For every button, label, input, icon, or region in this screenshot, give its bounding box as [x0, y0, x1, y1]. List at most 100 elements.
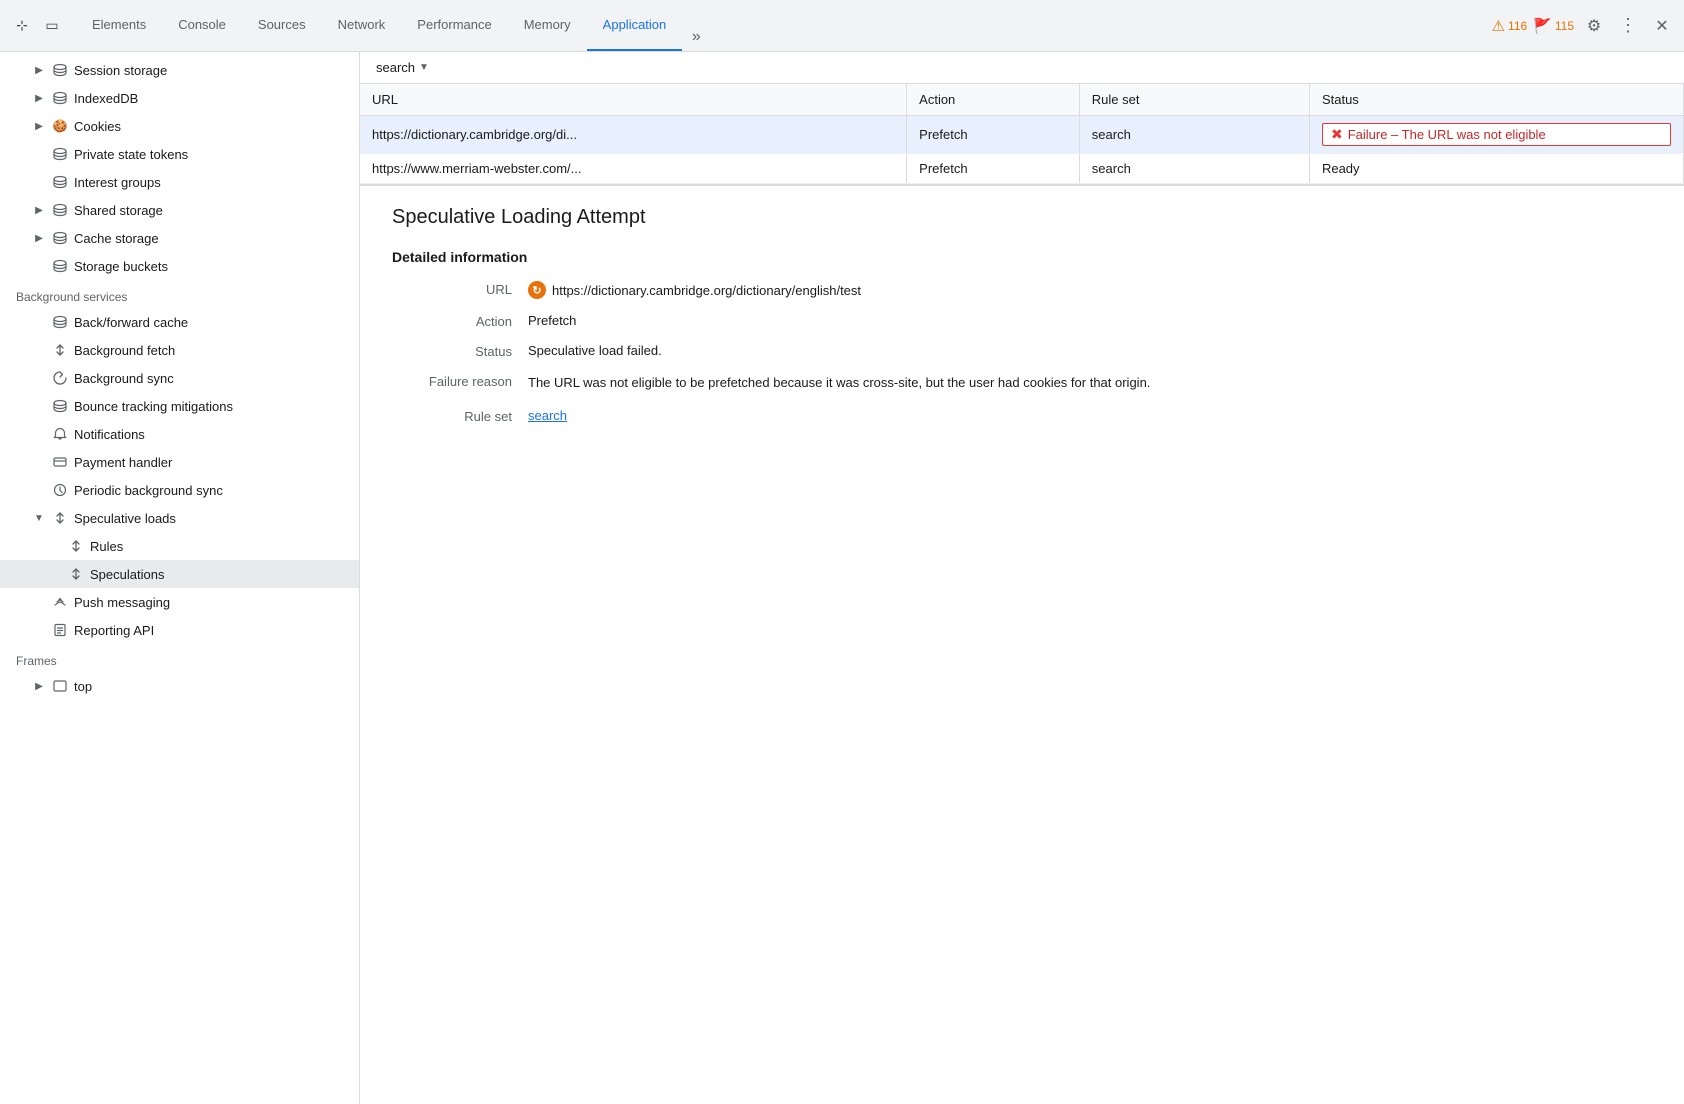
toolbar-right: ⚠ 116 🚩 115 ⚙ ⋮ ✕	[1492, 12, 1676, 40]
devtools-toolbar: ⊹ ▭ Elements Console Sources Network Per…	[0, 0, 1684, 52]
error-count: 115	[1555, 19, 1574, 33]
rules-icon	[68, 538, 84, 554]
sidebar-item-speculative-loads[interactable]: ▼ Speculative loads	[0, 504, 359, 532]
sidebar-item-session-storage[interactable]: ▶ Session storage	[0, 56, 359, 84]
speculative-loads-expand-icon: ▼	[32, 511, 46, 525]
sidebar-label-payment-handler: Payment handler	[74, 455, 351, 470]
tab-elements[interactable]: Elements	[76, 0, 162, 51]
sidebar-label-reporting-api: Reporting API	[74, 623, 351, 638]
sidebar-label-session-storage: Session storage	[74, 63, 351, 78]
url-refresh-icon: ↻	[528, 281, 546, 299]
more-tabs-btn[interactable]: »	[682, 23, 710, 51]
storage-buckets-icon	[52, 258, 68, 274]
table-cell-ruleset-1: search	[1079, 116, 1309, 154]
tab-performance[interactable]: Performance	[401, 0, 507, 51]
sidebar-item-cache-storage[interactable]: ▶ Cache storage	[0, 224, 359, 252]
frames-top-icon	[52, 678, 68, 694]
sidebar-item-payment-handler[interactable]: ▶ Payment handler	[0, 448, 359, 476]
device-icon: ▭	[45, 17, 58, 34]
settings-icon: ⚙	[1587, 16, 1601, 36]
col-header-status: Status	[1309, 84, 1683, 116]
sidebar-label-speculations: Speculations	[90, 567, 351, 582]
detail-title: Speculative Loading Attempt	[392, 206, 1652, 229]
sidebar-label-push-messaging: Push messaging	[74, 595, 351, 610]
sidebar-section-background-services: Background services	[0, 280, 359, 308]
sidebar-item-shared-storage[interactable]: ▶ Shared storage	[0, 196, 359, 224]
tab-console[interactable]: Console	[162, 0, 242, 51]
sidebar-item-storage-buckets[interactable]: ▶ Storage buckets	[0, 252, 359, 280]
detail-section-title: Detailed information	[392, 249, 1652, 265]
col-header-ruleset: Rule set	[1079, 84, 1309, 116]
table-row[interactable]: https://www.merriam-webster.com/... Pref…	[360, 154, 1684, 184]
table-cell-action-1: Prefetch	[907, 116, 1080, 154]
sidebar-label-back-forward-cache: Back/forward cache	[74, 315, 351, 330]
sidebar-label-interest-groups: Interest groups	[74, 175, 351, 190]
sidebar-item-interest-groups[interactable]: ▶ Interest groups	[0, 168, 359, 196]
tab-memory[interactable]: Memory	[508, 0, 587, 51]
speculation-table-container: URL Action Rule set Status	[360, 84, 1684, 185]
sidebar-item-background-sync[interactable]: ▶ Background sync	[0, 364, 359, 392]
expand-icon: ▶	[32, 119, 46, 133]
tab-sources[interactable]: Sources	[242, 0, 322, 51]
tab-application[interactable]: Application	[587, 0, 683, 51]
detail-panel: Speculative Loading Attempt Detailed inf…	[360, 185, 1684, 458]
table-cell-action-2: Prefetch	[907, 154, 1080, 184]
detail-row-url: URL ↻ https://dictionary.cambridge.org/d…	[392, 281, 1652, 299]
interest-groups-icon	[52, 174, 68, 190]
notifications-icon	[52, 426, 68, 442]
sidebar-item-private-state-tokens[interactable]: ▶ Private state tokens	[0, 140, 359, 168]
sidebar-label-periodic-bg-sync: Periodic background sync	[74, 483, 351, 498]
sidebar-label-private-state-tokens: Private state tokens	[74, 147, 351, 162]
content-area: search ▼ URL Action Rule set	[360, 52, 1684, 1104]
sidebar-item-speculations[interactable]: ▶ Speculations	[0, 560, 359, 588]
sidebar-label-cache-storage: Cache storage	[74, 231, 351, 246]
cache-storage-icon	[52, 230, 68, 246]
close-btn[interactable]: ✕	[1648, 12, 1676, 40]
device-icon-btn[interactable]: ▭	[38, 12, 66, 40]
toolbar-icon-group: ⊹ ▭	[8, 12, 66, 40]
background-fetch-icon	[52, 342, 68, 358]
sidebar-label-indexed-db: IndexedDB	[74, 91, 351, 106]
cursor-icon: ⊹	[16, 17, 28, 34]
expand-icon: ▶	[32, 91, 46, 105]
sidebar-item-push-messaging[interactable]: ▶ Push messaging	[0, 588, 359, 616]
sidebar-item-bounce-tracking[interactable]: ▶ Bounce tracking mitigations	[0, 392, 359, 420]
indexed-db-icon	[52, 90, 68, 106]
frames-top-expand-icon: ▶	[32, 679, 46, 693]
detail-row-failure-reason: Failure reason The URL was not eligible …	[392, 373, 1652, 394]
rule-set-link[interactable]: search	[528, 408, 567, 423]
settings-btn[interactable]: ⚙	[1580, 12, 1608, 40]
sidebar-item-reporting-api[interactable]: ▶ Reporting API	[0, 616, 359, 644]
sidebar-item-cookies[interactable]: ▶ 🍪 Cookies	[0, 112, 359, 140]
sidebar-item-periodic-bg-sync[interactable]: ▶ Periodic background sync	[0, 476, 359, 504]
sidebar-label-cookies: Cookies	[74, 119, 351, 134]
status-ready-text: Ready	[1322, 161, 1360, 176]
speculative-loads-icon	[52, 510, 68, 526]
sidebar-item-background-fetch[interactable]: ▶ Background fetch	[0, 336, 359, 364]
sidebar-item-back-forward-cache[interactable]: ▶ Back/forward cache	[0, 308, 359, 336]
failure-icon: ✖	[1331, 126, 1343, 143]
table-header-row: URL Action Rule set Status	[360, 84, 1684, 116]
cursor-icon-btn[interactable]: ⊹	[8, 12, 36, 40]
status-failure-text: Failure – The URL was not eligible	[1348, 127, 1546, 142]
table-row[interactable]: https://dictionary.cambridge.org/di... P…	[360, 116, 1684, 154]
sidebar-item-frames-top[interactable]: ▶ top	[0, 672, 359, 700]
tab-network[interactable]: Network	[322, 0, 402, 51]
sidebar-item-indexed-db[interactable]: ▶ IndexedDB	[0, 84, 359, 112]
expand-icon: ▶	[32, 203, 46, 217]
sidebar-item-notifications[interactable]: ▶ Notifications	[0, 420, 359, 448]
more-tabs-icon: »	[692, 28, 701, 46]
search-dropdown-icon[interactable]: ▼	[419, 62, 429, 73]
status-failure-badge: ✖ Failure – The URL was not eligible	[1322, 123, 1671, 146]
sidebar-section-frames: Frames	[0, 644, 359, 672]
sidebar-label-rules: Rules	[90, 539, 351, 554]
payment-handler-icon	[52, 454, 68, 470]
table-cell-ruleset-2: search	[1079, 154, 1309, 184]
sidebar-item-rules[interactable]: ▶ Rules	[0, 532, 359, 560]
more-options-btn[interactable]: ⋮	[1614, 12, 1642, 40]
search-bar: search ▼	[360, 52, 1684, 84]
private-state-tokens-icon	[52, 146, 68, 162]
sidebar-label-shared-storage: Shared storage	[74, 203, 351, 218]
sidebar-label-frames-top: top	[74, 679, 351, 694]
sidebar-label-speculative-loads: Speculative loads	[74, 511, 351, 526]
